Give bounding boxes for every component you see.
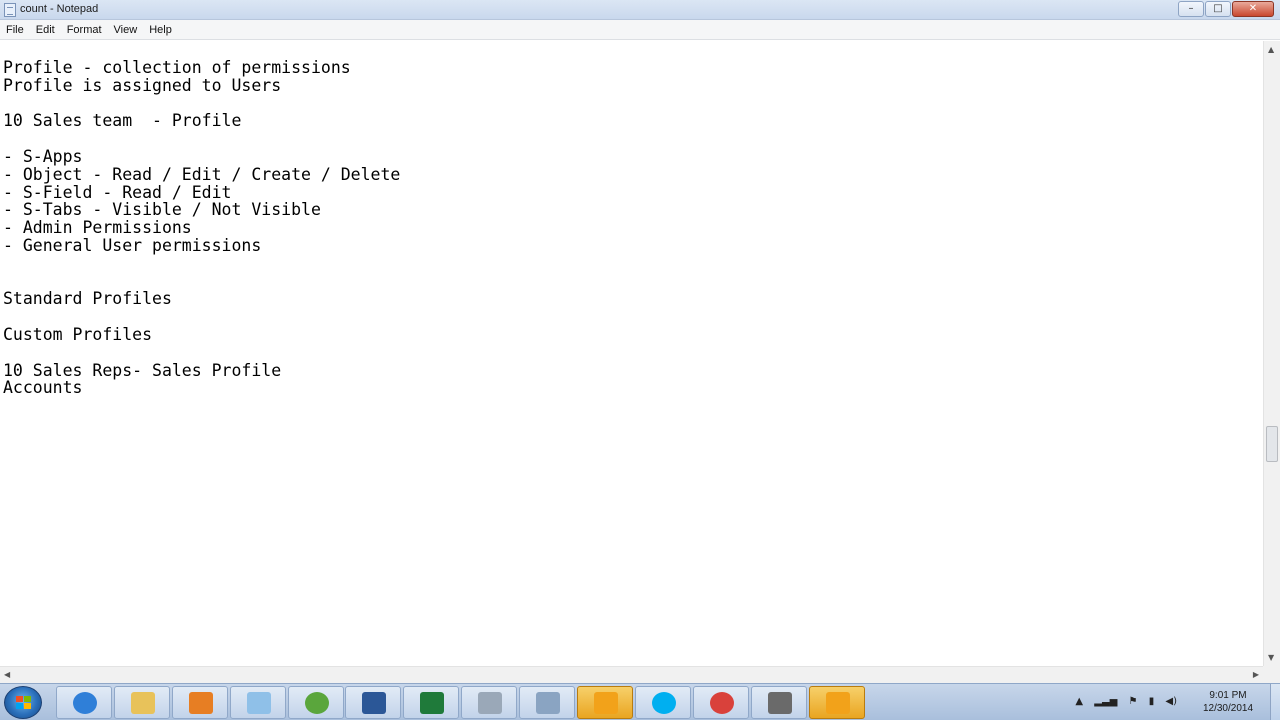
window-title: count - Notepad xyxy=(20,3,99,15)
taskbar-windows-explorer-button[interactable] xyxy=(114,686,170,719)
action-center-flag-icon[interactable]: ⚑ xyxy=(1129,696,1138,707)
taskbar-recorder-button[interactable] xyxy=(751,686,807,719)
taskbar-flower-app-2-button[interactable] xyxy=(809,686,865,719)
taskbar-skype-button[interactable] xyxy=(635,686,691,719)
virtual-box-icon xyxy=(536,692,560,714)
taskbar-word-button[interactable] xyxy=(345,686,401,719)
text-line: - Object - Read / Edit / Create / Delete xyxy=(3,164,401,184)
close-button[interactable]: ✕ xyxy=(1232,1,1274,17)
window-controls: – □ ✕ xyxy=(1177,1,1274,17)
menu-bar: File Edit Format View Help xyxy=(0,20,1280,40)
text-line: - Admin Permissions xyxy=(3,218,192,238)
calculator-icon xyxy=(478,692,502,714)
text-line: - S-Apps xyxy=(3,147,83,166)
text-editor[interactable]: Profile - collection of permissions Profi… xyxy=(0,41,1263,666)
recorder-icon xyxy=(768,692,792,714)
maximize-button[interactable]: □ xyxy=(1205,1,1231,17)
text-line: 10 Sales team - Profile xyxy=(3,111,242,131)
taskbar-media-player-button[interactable] xyxy=(172,686,228,719)
vertical-scrollbar[interactable]: ▲ ▼ xyxy=(1263,41,1280,666)
menu-file[interactable]: File xyxy=(0,24,30,36)
menu-edit[interactable]: Edit xyxy=(30,24,61,36)
excel-icon xyxy=(420,692,444,714)
utorrent-icon xyxy=(305,692,329,714)
text-line: Custom Profiles xyxy=(3,325,153,344)
flower-app-icon xyxy=(594,692,618,714)
scrollbar-corner xyxy=(1263,666,1280,683)
media-player-icon xyxy=(189,692,213,714)
text-line: - S-Tabs - Visible / Not Visible xyxy=(3,200,321,220)
taskbar-internet-explorer-button[interactable] xyxy=(56,686,112,719)
taskbar-excel-button[interactable] xyxy=(403,686,459,719)
windows-logo-icon xyxy=(16,696,32,710)
word-icon xyxy=(362,692,386,714)
minimize-button[interactable]: – xyxy=(1178,1,1204,17)
internet-explorer-icon xyxy=(73,692,97,714)
tray-icons: ▲ ▂▃▅ ⚑ ▮ ◀) xyxy=(1067,696,1177,707)
clock-time: 9:01 PM xyxy=(1209,690,1247,701)
horizontal-scrollbar[interactable]: ◀ ▶ xyxy=(0,666,1263,683)
speaker-icon[interactable]: ◀) xyxy=(1165,696,1177,707)
clock[interactable]: 9:01 PM 12/30/2014 xyxy=(1196,689,1260,715)
vertical-scroll-thumb[interactable] xyxy=(1266,426,1278,462)
system-tray: ▲ ▂▃▅ ⚑ ▮ ◀) 9:01 PM 12/30/2014 xyxy=(1072,684,1272,720)
show-hidden-icons-icon[interactable]: ▲ xyxy=(1075,696,1083,707)
start-button[interactable] xyxy=(4,686,42,719)
scroll-right-icon[interactable]: ▶ xyxy=(1253,670,1259,679)
taskbar-notepad-button[interactable] xyxy=(230,686,286,719)
windows-explorer-icon xyxy=(131,692,155,714)
taskbar: ▲ ▂▃▅ ⚑ ▮ ◀) 9:01 PM 12/30/2014 xyxy=(0,683,1280,720)
taskbar-virtual-box-button[interactable] xyxy=(519,686,575,719)
text-line: Accounts xyxy=(3,378,83,398)
power-icon[interactable]: ▮ xyxy=(1149,696,1155,707)
notepad-icon xyxy=(247,692,271,714)
skype-icon xyxy=(652,692,676,714)
text-line: Profile - collection of permissions xyxy=(3,58,351,77)
menu-help[interactable]: Help xyxy=(143,24,178,36)
notepad-icon xyxy=(4,3,16,17)
taskbar-flower-app-button[interactable] xyxy=(577,686,633,719)
menu-format[interactable]: Format xyxy=(61,24,108,36)
title-bar: count - Notepad – □ ✕ xyxy=(0,0,1280,20)
network-signal-icon[interactable]: ▂▃▅ xyxy=(1094,696,1117,707)
scroll-left-icon[interactable]: ◀ xyxy=(4,670,10,679)
clock-date: 12/30/2014 xyxy=(1202,703,1254,714)
text-line: 10 Sales Reps- Sales Profile xyxy=(3,360,282,380)
text-line: - General User permissions xyxy=(3,236,262,255)
text-line: Standard Profiles xyxy=(3,289,172,309)
taskbar-calculator-button[interactable] xyxy=(461,686,517,719)
scroll-down-icon[interactable]: ▼ xyxy=(1268,653,1274,662)
chrome-icon xyxy=(710,692,734,714)
taskbar-chrome-button[interactable] xyxy=(693,686,749,719)
show-desktop-button[interactable] xyxy=(1270,684,1280,720)
taskbar-utorrent-button[interactable] xyxy=(288,686,344,719)
text-line: Profile is assigned to Users xyxy=(3,75,282,95)
scroll-up-icon[interactable]: ▲ xyxy=(1268,45,1274,54)
menu-view[interactable]: View xyxy=(108,24,144,36)
text-line: - S-Field - Read / Edit xyxy=(3,182,232,202)
flower-app-2-icon xyxy=(826,692,850,714)
